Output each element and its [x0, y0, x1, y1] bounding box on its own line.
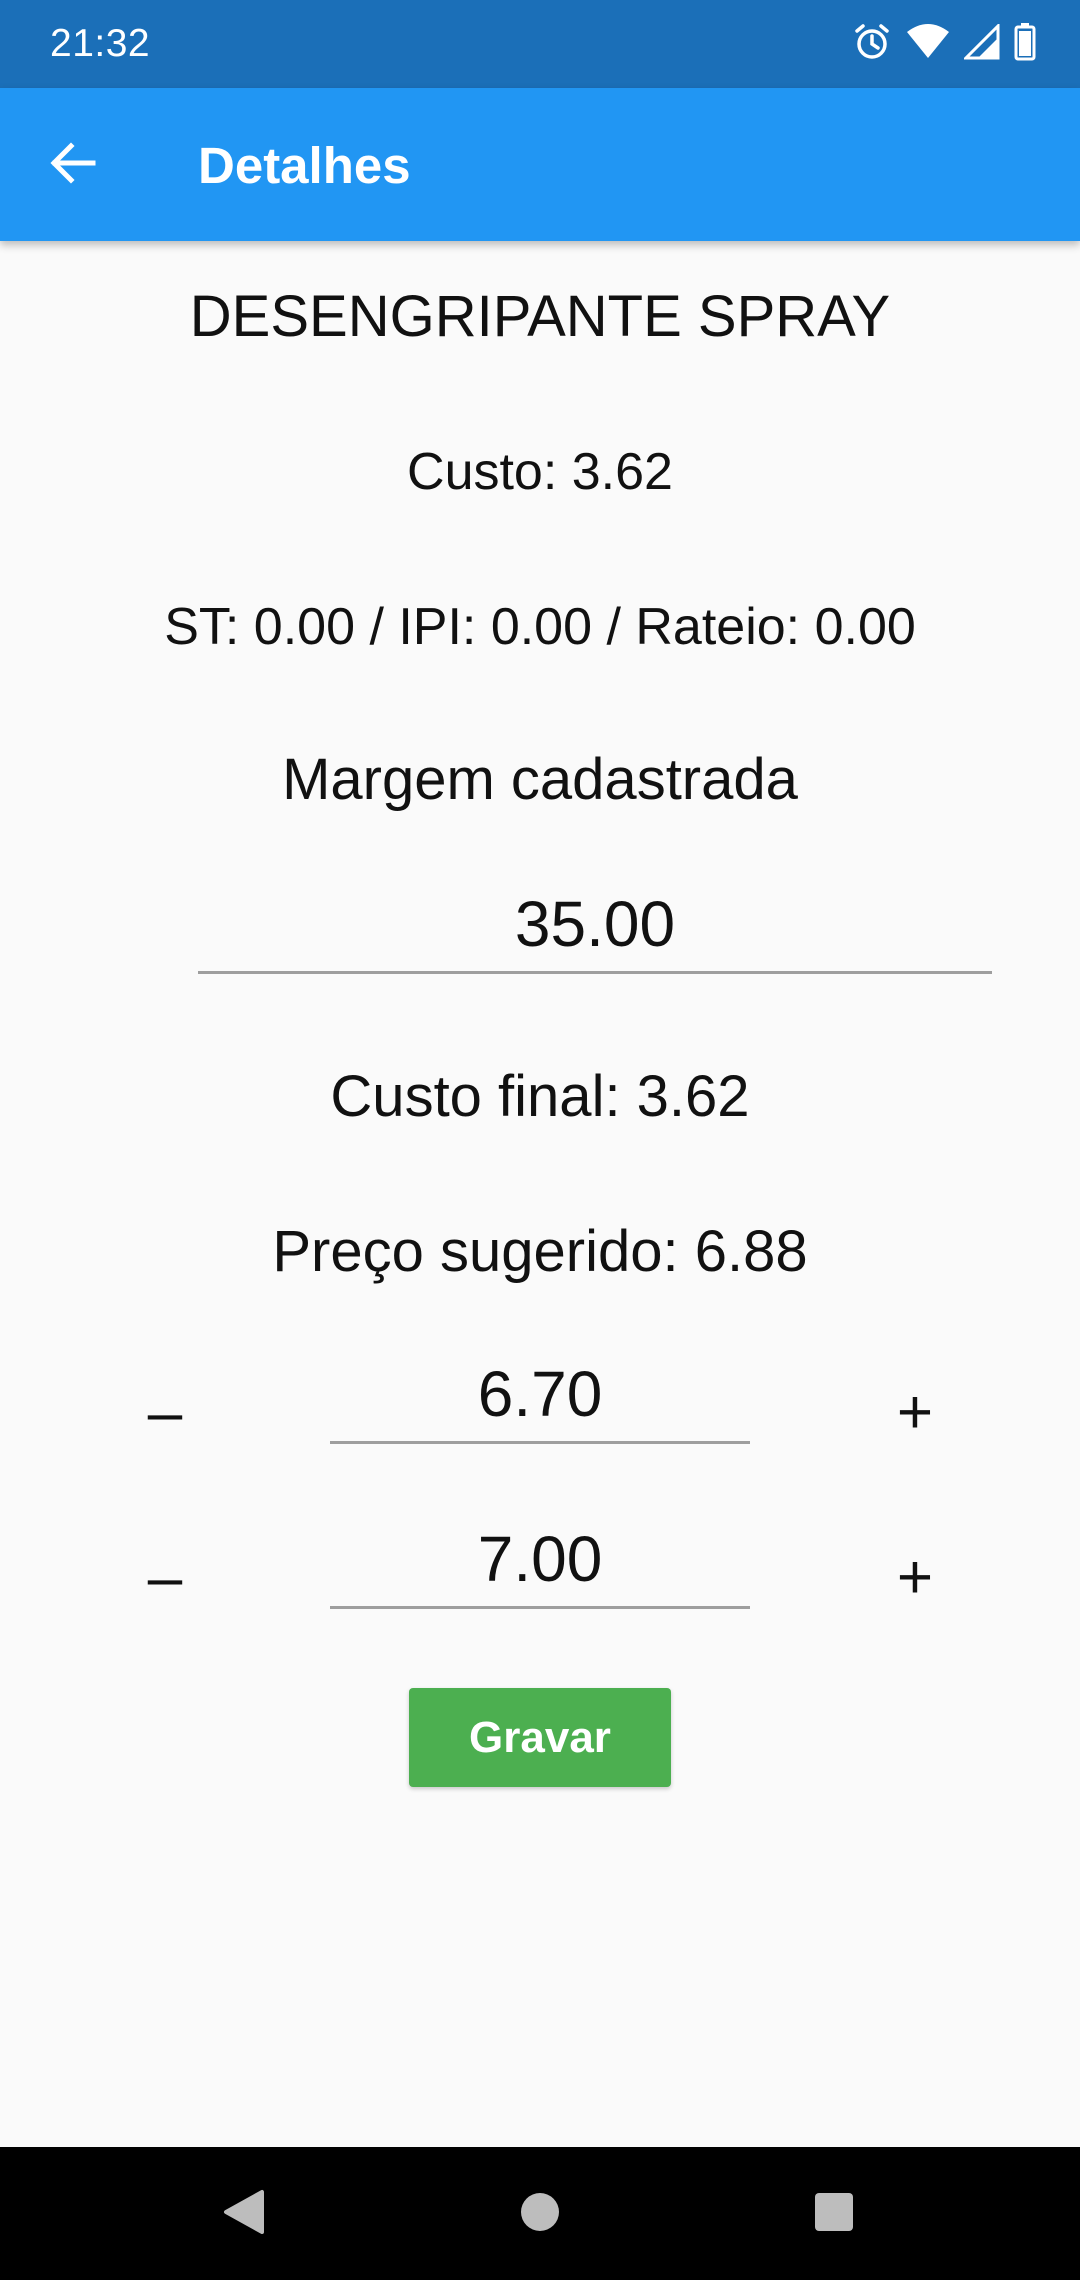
details-screen: 21:32 Detalhes DESENGRIPANTE SPRAY Custo…: [0, 0, 1080, 2280]
wifi-icon: [906, 23, 950, 65]
price-2-input[interactable]: 7.00: [330, 1516, 750, 1609]
navigation-bar: [0, 2147, 1080, 2280]
final-cost-text: Custo final: 3.62: [330, 1064, 750, 1129]
decrement-price-2-button[interactable]: –: [125, 1538, 205, 1618]
price-2-value: 7.00: [477, 1523, 603, 1595]
margin-label: Margem cadastrada: [282, 747, 798, 812]
suggested-price-text: Preço sugerido: 6.88: [272, 1219, 808, 1284]
price-1-input[interactable]: 6.70: [330, 1351, 750, 1444]
save-button[interactable]: Gravar: [409, 1688, 671, 1787]
price-1-value: 6.70: [477, 1358, 603, 1430]
app-bar: Detalhes: [0, 88, 1080, 241]
status-bar: 21:32: [0, 0, 1080, 88]
increment-price-2-button[interactable]: +: [875, 1538, 955, 1618]
arrow-left-icon: [49, 139, 97, 192]
nav-home-button[interactable]: [509, 2183, 571, 2245]
signal-icon: [962, 21, 1000, 65]
status-icons: [852, 21, 1036, 67]
nav-recents-button[interactable]: [803, 2183, 865, 2245]
details-content: DESENGRIPANTE SPRAY Custo: 3.62 ST: 0.00…: [0, 241, 1080, 2147]
back-button[interactable]: [40, 132, 106, 198]
taxes-text: ST: 0.00 / IPI: 0.00 / Rateio: 0.00: [164, 598, 916, 656]
product-name: DESENGRIPANTE SPRAY: [189, 284, 891, 349]
battery-icon: [1014, 22, 1036, 66]
increment-price-1-button[interactable]: +: [875, 1373, 955, 1453]
back-triangle-icon: [222, 2188, 266, 2241]
nav-back-button[interactable]: [213, 2183, 275, 2245]
decrement-price-1-button[interactable]: –: [125, 1373, 205, 1453]
recents-square-icon: [813, 2191, 855, 2238]
page-title: Detalhes: [198, 137, 411, 194]
margin-value: 35.00: [514, 888, 676, 960]
home-circle-icon: [519, 2191, 561, 2238]
alarm-icon: [852, 22, 892, 67]
margin-input[interactable]: 35.00: [198, 881, 992, 974]
status-time: 21:32: [50, 22, 151, 65]
cost-text: Custo: 3.62: [407, 443, 673, 501]
